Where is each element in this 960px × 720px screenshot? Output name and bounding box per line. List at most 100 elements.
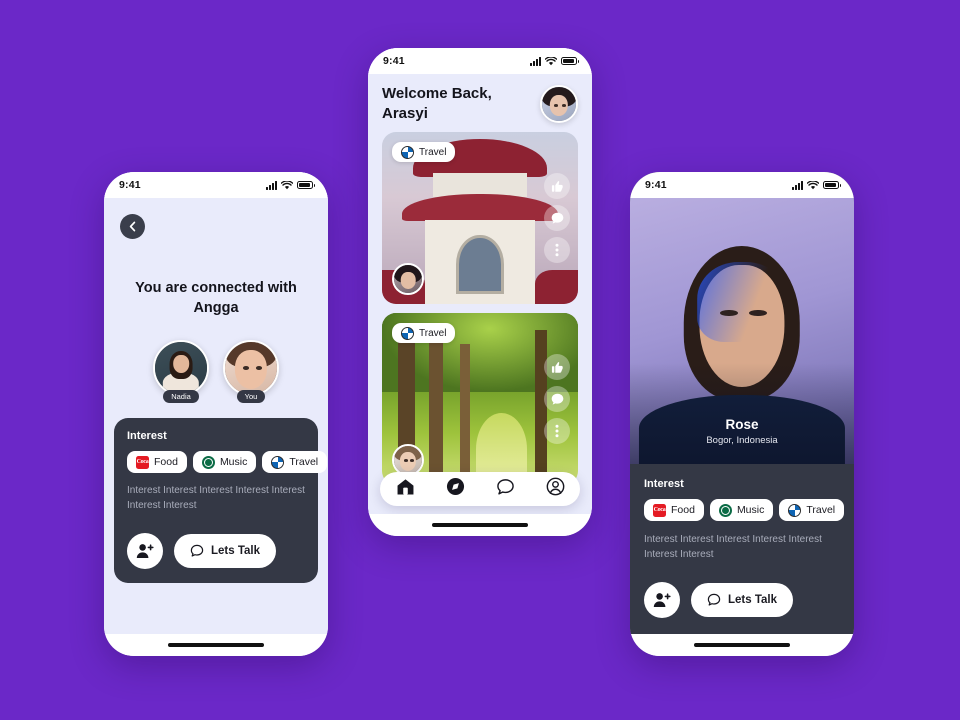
- wifi-icon: [545, 56, 557, 65]
- comment-button[interactable]: [544, 386, 570, 412]
- food-brand-icon: Coca: [653, 503, 666, 517]
- lets-talk-button[interactable]: Lets Talk: [174, 534, 276, 569]
- music-brand-icon: [718, 503, 732, 517]
- profile-hero: Rose Bogor, Indonesia: [630, 198, 854, 464]
- status-bar: 9:41: [630, 172, 854, 198]
- chat-bubble-icon: [190, 544, 204, 557]
- center-screen: 9:41 Welcome Back, Arasyi Travel Travel: [368, 48, 592, 514]
- chip-label: Travel: [289, 456, 319, 469]
- avatar: [223, 340, 279, 397]
- chat-bubble-icon: [707, 593, 721, 606]
- profile-location: Bogor, Indonesia: [706, 435, 778, 446]
- status-icons: [792, 180, 841, 190]
- profile-caption: Rose Bogor, Indonesia: [630, 417, 854, 446]
- chip-label: Travel: [806, 504, 836, 516]
- avatar: [153, 340, 209, 397]
- chip-music[interactable]: Music: [709, 499, 774, 521]
- like-button[interactable]: [544, 354, 570, 380]
- home-indicator: [630, 634, 854, 656]
- post-author-avatar[interactable]: [392, 263, 424, 295]
- person-icon: [546, 477, 564, 496]
- post-feed: Travel Travel: [368, 132, 592, 485]
- post-tag-label: Travel: [419, 327, 447, 339]
- chip-label: Music: [736, 504, 765, 516]
- interest-title: Interest: [127, 430, 167, 443]
- signal-bars-icon: [266, 180, 277, 190]
- like-button[interactable]: [544, 173, 570, 199]
- add-friend-button[interactable]: [644, 582, 680, 618]
- food-brand-icon: Coca: [136, 455, 149, 469]
- bottom-tab-bar: [380, 472, 580, 506]
- more-button[interactable]: [544, 418, 570, 444]
- comment-button[interactable]: [544, 205, 570, 231]
- thumbs-up-icon: [551, 361, 563, 373]
- profile-name: Rose: [725, 417, 759, 432]
- travel-brand-icon: [271, 455, 285, 469]
- tab-chat[interactable]: [496, 478, 515, 501]
- welcome-heading: Welcome Back, Arasyi: [382, 84, 492, 123]
- status-time: 9:41: [383, 55, 405, 67]
- interest-description: Interest Interest Interest Interest Inte…: [127, 485, 305, 511]
- lets-talk-button[interactable]: Lets Talk: [691, 583, 793, 617]
- comment-bubble-icon: [551, 212, 563, 224]
- home-indicator: [368, 514, 592, 536]
- post-tag-label: Travel: [419, 146, 447, 158]
- connected-avatars: Nadia You: [104, 340, 328, 404]
- avatar-tag: You: [236, 390, 266, 404]
- card-actions: Lets Talk: [127, 533, 305, 570]
- more-button[interactable]: [544, 237, 570, 263]
- interest-description: Interest Interest Interest Interest Inte…: [644, 534, 822, 560]
- chip-food[interactable]: Coca Food: [644, 499, 704, 521]
- chip-travel[interactable]: Travel: [779, 499, 845, 521]
- header-avatar[interactable]: [540, 84, 578, 123]
- status-bar: 9:41: [104, 172, 328, 198]
- avatar-you[interactable]: You: [223, 340, 279, 404]
- phone-right-profile: 9:41 Rose Bogor, Indonesia Interest Coca…: [630, 172, 854, 656]
- travel-brand-icon: [401, 326, 414, 340]
- add-friend-button[interactable]: [127, 533, 163, 570]
- thumbs-up-icon: [551, 180, 563, 192]
- chat-icon: [496, 478, 514, 495]
- post-actions: [544, 354, 570, 444]
- status-bar: 9:41: [368, 48, 592, 74]
- post-tag[interactable]: Travel: [392, 323, 456, 343]
- tab-explore[interactable]: [446, 477, 465, 501]
- chip-travel[interactable]: Travel: [262, 451, 328, 474]
- left-screen: 9:41 You are connected with Angga Nadia …: [104, 172, 328, 634]
- poster-canvas: 9:41 You are connected with Angga Nadia …: [0, 0, 960, 720]
- welcome-username: Arasyi: [382, 104, 428, 122]
- post-card[interactable]: Travel: [382, 132, 578, 304]
- travel-brand-icon: [788, 503, 802, 517]
- interest-title: Interest: [644, 478, 684, 490]
- compass-icon: [446, 477, 464, 496]
- feed-header: Welcome Back, Arasyi: [368, 74, 592, 132]
- chevron-left-icon: [129, 221, 136, 232]
- avatar-nadia[interactable]: Nadia: [153, 340, 209, 404]
- music-brand-icon: [201, 455, 215, 469]
- interest-card: Interest Coca Food Music Travel Interest…: [114, 418, 328, 584]
- battery-icon: [561, 57, 579, 65]
- phone-left-connection: 9:41 You are connected with Angga Nadia …: [104, 172, 328, 656]
- chip-label: Food: [671, 504, 695, 516]
- tab-profile[interactable]: [546, 477, 565, 501]
- lets-talk-label: Lets Talk: [211, 545, 260, 558]
- chip-food[interactable]: Coca Food: [127, 451, 187, 474]
- status-time: 9:41: [645, 179, 667, 191]
- wifi-icon: [281, 180, 293, 189]
- status-icons: [266, 180, 315, 190]
- connection-title: You are connected with Angga: [135, 280, 297, 316]
- comment-bubble-icon: [551, 393, 563, 405]
- battery-icon: [297, 181, 315, 189]
- wifi-icon: [807, 180, 819, 189]
- travel-brand-icon: [401, 145, 414, 159]
- battery-icon: [823, 181, 841, 189]
- home-indicator: [104, 634, 328, 656]
- add-person-icon: [136, 544, 154, 559]
- post-tag[interactable]: Travel: [392, 142, 456, 162]
- post-card[interactable]: Travel: [382, 313, 578, 485]
- back-button[interactable]: [120, 214, 145, 239]
- chip-music[interactable]: Music: [192, 451, 257, 474]
- signal-bars-icon: [530, 56, 541, 66]
- tab-home[interactable]: [396, 478, 415, 501]
- interest-card: Interest Coca Food Music Travel Interest…: [630, 464, 854, 634]
